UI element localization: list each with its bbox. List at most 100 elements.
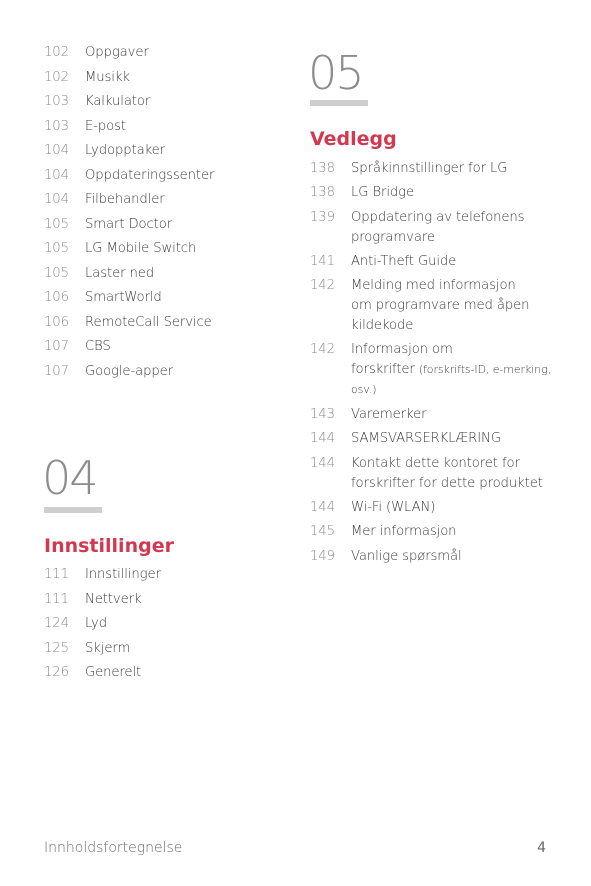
toc-entry[interactable]: 125 Skjerm — [44, 639, 130, 659]
toc-entry[interactable]: 142 Informasjon om forskrifter (forskrifts… — [310, 340, 551, 400]
entry-page: 104 — [44, 143, 69, 158]
entry-title: Kontakt dette kontoret for forskrifter fo… — [351, 454, 543, 494]
entry-title: Nettverk — [85, 592, 142, 607]
entry-title: Laster ned — [85, 266, 155, 281]
entry-title-line: om programvare med åpen — [351, 298, 530, 313]
toc-entry[interactable]: 126 Generelt — [44, 663, 141, 683]
toc-entry[interactable]: 149 Vanlige spørsmål — [310, 547, 462, 567]
entry-title-line: Kontakt dette kontoret for — [351, 456, 520, 471]
entry-page: 145 — [310, 524, 335, 539]
chapter-number: 05 — [308, 46, 365, 100]
entry-page: 107 — [44, 364, 69, 379]
entry-page: 107 — [44, 339, 69, 354]
page-number: 4 — [537, 840, 546, 856]
entry-page: 126 — [44, 665, 69, 680]
toc-entry[interactable]: 144 Wi-Fi (WLAN) — [310, 498, 435, 518]
entry-title: Mer informasjon — [351, 524, 457, 539]
entry-title: Skjerm — [85, 641, 131, 656]
section-title[interactable]: Vedlegg — [310, 127, 397, 151]
entry-page: 144 — [310, 500, 335, 515]
entry-page: 104 — [44, 192, 69, 207]
entry-title: Wi-Fi (WLAN) — [351, 500, 436, 515]
toc-entry[interactable]: 144 SAMSVARSERKLÆRING — [310, 429, 501, 449]
toc-entry[interactable]: 141 Anti-Theft Guide — [310, 252, 456, 272]
entry-page: 142 — [310, 278, 335, 293]
entry-page: 139 — [310, 210, 335, 225]
toc-entry[interactable]: 104 Oppdateringssenter — [44, 166, 214, 186]
entry-title: Smart Doctor — [85, 217, 173, 232]
toc-entry[interactable]: 107 Google-apper — [44, 362, 173, 382]
toc-entry[interactable]: 103 Kalkulator — [44, 92, 150, 112]
entry-title: Musikk — [85, 70, 130, 85]
toc-entry[interactable]: 105 Smart Doctor — [44, 215, 172, 235]
entry-title: RemoteCall Service — [85, 315, 212, 330]
entry-page: 105 — [44, 266, 69, 281]
toc-entry[interactable]: 104 Filbehandler — [44, 190, 165, 210]
entry-title-line: Oppdatering av telefonens — [351, 210, 525, 225]
entry-title: Lydopptaker — [85, 143, 165, 158]
toc-entry[interactable]: 104 Lydopptaker — [44, 141, 165, 161]
footer-title: Innholdsfortegnelse — [44, 840, 183, 856]
entry-page: 103 — [44, 119, 69, 134]
toc-entry[interactable]: 138 Språkinnstillinger for LG — [310, 159, 507, 179]
entry-title: Kalkulator — [85, 94, 151, 109]
entry-page: 144 — [310, 431, 335, 446]
entry-page: 105 — [44, 217, 69, 232]
toc-entry[interactable]: 124 Lyd — [44, 614, 107, 634]
toc-entry[interactable]: 106 RemoteCall Service — [44, 313, 212, 333]
toc-entry[interactable]: 111 Nettverk — [44, 590, 142, 610]
entry-title: Varemerker — [351, 407, 427, 422]
entry-page: 104 — [44, 168, 69, 183]
entry-title: Google-apper — [85, 364, 173, 379]
entry-title: CBS — [85, 339, 111, 354]
entry-page: 125 — [44, 641, 69, 656]
toc-entry[interactable]: 102 Musikk — [44, 68, 130, 88]
entry-title-line: forskrifter for dette produktet — [351, 476, 543, 491]
entry-title: Filbehandler — [85, 192, 165, 207]
toc-entry[interactable]: 142 Melding med informasjon om programvare… — [310, 276, 530, 336]
chapter-number: 04 — [42, 451, 99, 505]
entry-title-line: forskrifter — [351, 362, 415, 377]
toc-entry[interactable]: 143 Varemerker — [310, 405, 427, 425]
section-title[interactable]: Innstillinger — [44, 534, 174, 558]
entry-title: LG Bridge — [351, 185, 414, 200]
entry-page: 102 — [44, 70, 69, 85]
entry-title: Vanlige spørsmål — [351, 549, 462, 564]
entry-title: Generelt — [85, 665, 142, 680]
entry-title: Melding med informasjon om programvare me… — [351, 276, 530, 336]
toc-entry[interactable]: 105 Laster ned — [44, 264, 154, 284]
toc-entry[interactable]: 103 E-post — [44, 117, 126, 137]
toc-entry[interactable]: 102 Oppgaver — [44, 43, 149, 63]
entry-page: 138 — [310, 185, 335, 200]
entry-title: SAMSVARSERKLÆRING — [351, 431, 501, 446]
toc-entry[interactable]: 138 LG Bridge — [310, 183, 414, 203]
chapter-divider — [44, 507, 102, 513]
entry-page: 111 — [44, 567, 69, 582]
entry-title-note: (forskrifts-ID, e-merking, — [418, 363, 551, 376]
toc-entry[interactable]: 107 CBS — [44, 337, 111, 357]
chapter-divider — [310, 100, 368, 106]
toc-entry[interactable]: 145 Mer informasjon — [310, 522, 457, 542]
entry-page: 106 — [44, 290, 69, 305]
entry-page: 138 — [310, 161, 335, 176]
entry-title: Innstillinger — [85, 567, 161, 582]
entry-title-line: Informasjon om — [351, 342, 453, 357]
entry-page: 141 — [310, 254, 335, 269]
entry-page: 106 — [44, 315, 69, 330]
toc-entry[interactable]: 144 Kontakt dette kontoret for forskrifter… — [310, 454, 543, 494]
entry-title: SmartWorld — [85, 290, 162, 305]
entry-page: 149 — [310, 549, 335, 564]
toc-entry[interactable]: 106 SmartWorld — [44, 288, 162, 308]
entry-title-line: Melding med informasjon — [351, 278, 516, 293]
entry-page: 124 — [44, 616, 69, 631]
entry-title: Oppgaver — [85, 45, 149, 60]
entry-page: 142 — [310, 342, 335, 357]
entry-title: Oppdateringssenter — [85, 168, 215, 183]
toc-entry[interactable]: 139 Oppdatering av telefonens programvare — [310, 208, 525, 248]
toc-entry[interactable]: 105 LG Mobile Switch — [44, 239, 196, 259]
entry-title: Lyd — [85, 616, 108, 631]
toc-entry[interactable]: 111 Innstillinger — [44, 565, 161, 585]
entry-page: 103 — [44, 94, 69, 109]
entry-page: 143 — [310, 407, 335, 422]
entry-page: 105 — [44, 241, 69, 256]
